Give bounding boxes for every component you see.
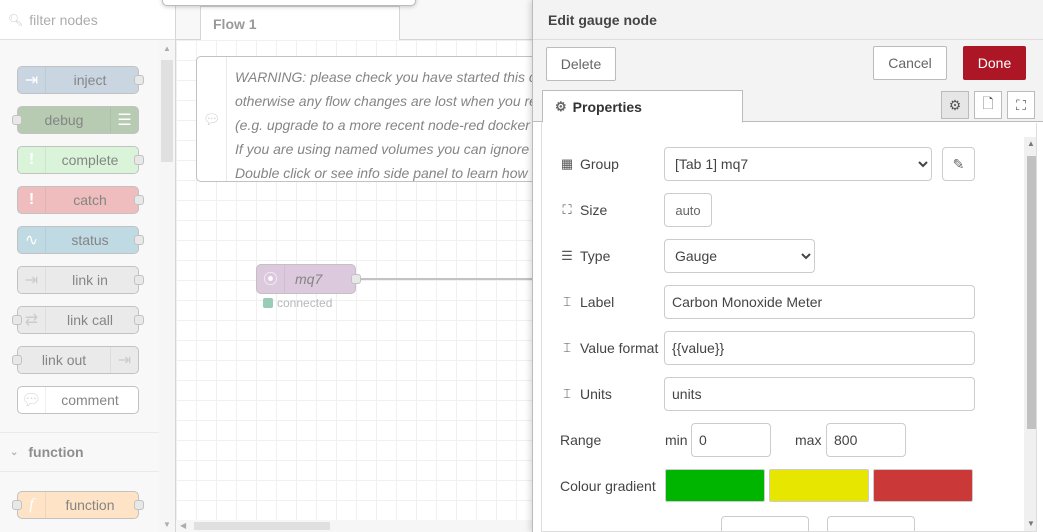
notification-popup	[162, 0, 416, 6]
value-format-input[interactable]	[664, 331, 975, 365]
type-select[interactable]: Gauge	[664, 239, 815, 273]
group-select[interactable]: [Tab 1] mq7	[664, 147, 932, 181]
size-row: ⛶ Size auto	[542, 193, 1022, 229]
next-field-input[interactable]	[827, 516, 915, 531]
text-cursor-icon: ⌶	[563, 386, 571, 401]
field-label: Type	[580, 248, 611, 264]
gradient-color-1[interactable]	[665, 469, 765, 502]
scroll-down-icon[interactable]: ▼	[1027, 519, 1035, 528]
field-label: Units	[580, 386, 612, 402]
tray-toolbar: Delete Cancel Done	[533, 40, 1043, 88]
field-label: Label	[580, 294, 615, 310]
gear-icon: ⚙	[555, 98, 567, 114]
tray-scrollbar[interactable]: ▲ ▼	[1024, 137, 1036, 531]
edit-tray: Edit gauge node Delete Cancel Done ⚙ Pro…	[532, 0, 1043, 532]
next-field-input[interactable]	[721, 516, 809, 531]
range-min-label: min	[665, 432, 688, 448]
range-max-input[interactable]	[826, 423, 906, 457]
range-max-label: max	[795, 432, 822, 448]
value-format-row: ⌶ Value format	[542, 331, 1022, 367]
text-cursor-icon: ⌶	[563, 294, 571, 309]
cancel-button[interactable]: Cancel	[873, 46, 947, 80]
appearance-icon[interactable]: ⛶	[1007, 91, 1035, 119]
delete-button[interactable]: Delete	[546, 47, 616, 81]
modal-dim-overlay	[0, 0, 532, 532]
tray-tabs: ⚙ Properties ⚙ 🗋 ⛶	[533, 88, 1043, 123]
field-label: Value format	[580, 340, 659, 356]
text-cursor-icon: ⌶	[563, 340, 571, 355]
gradient-color-2[interactable]	[769, 469, 869, 502]
label-label: ⌶ Label	[560, 294, 614, 310]
field-label: Range	[560, 432, 602, 448]
units-input[interactable]	[664, 377, 975, 411]
table-icon: ▦	[560, 156, 574, 171]
label-row: ⌶ Label	[542, 285, 1022, 321]
colour-gradient-label: Colour gradient	[560, 478, 656, 494]
size-button[interactable]: auto	[664, 193, 712, 227]
tab-label: Properties	[572, 98, 642, 115]
scrollbar-thumb[interactable]	[1027, 156, 1036, 429]
label-input[interactable]	[664, 285, 975, 319]
range-label: Range	[560, 432, 601, 448]
units-row: ⌶ Units	[542, 377, 1022, 413]
range-row: Range min max	[542, 423, 1022, 459]
group-row: ▦ Group [Tab 1] mq7 ✎	[542, 147, 1022, 183]
tray-title: Edit gauge node	[533, 0, 1043, 40]
gradient-color-3[interactable]	[873, 469, 973, 502]
edit-group-button[interactable]: ✎	[942, 147, 975, 181]
type-row: ☰ Type Gauge	[542, 239, 1022, 275]
list-icon: ☰	[561, 248, 573, 263]
size-label: ⛶ Size	[560, 202, 607, 218]
document-icon[interactable]: 🗋	[974, 91, 1002, 119]
group-label: ▦ Group	[560, 156, 619, 172]
done-button[interactable]: Done	[963, 46, 1026, 80]
pencil-icon: ✎	[952, 155, 965, 172]
type-label: ☰ Type	[560, 248, 610, 264]
colour-gradient-row: Colour gradient	[542, 469, 1022, 505]
field-label: Colour gradient	[560, 478, 656, 494]
field-label: Group	[580, 156, 619, 172]
value-format-label: ⌶ Value format	[560, 340, 658, 356]
units-label: ⌶ Units	[560, 386, 612, 402]
resize-icon: ⛶	[562, 202, 572, 217]
properties-form: ▦ Group [Tab 1] mq7 ✎ ⛶ Size auto ☰ Type	[541, 123, 1037, 532]
field-label: Size	[580, 202, 608, 218]
scroll-up-icon[interactable]: ▲	[1027, 139, 1035, 148]
range-min-input[interactable]	[691, 423, 771, 457]
gear-icon[interactable]: ⚙	[941, 91, 969, 119]
tab-properties[interactable]: ⚙ Properties	[542, 90, 743, 123]
